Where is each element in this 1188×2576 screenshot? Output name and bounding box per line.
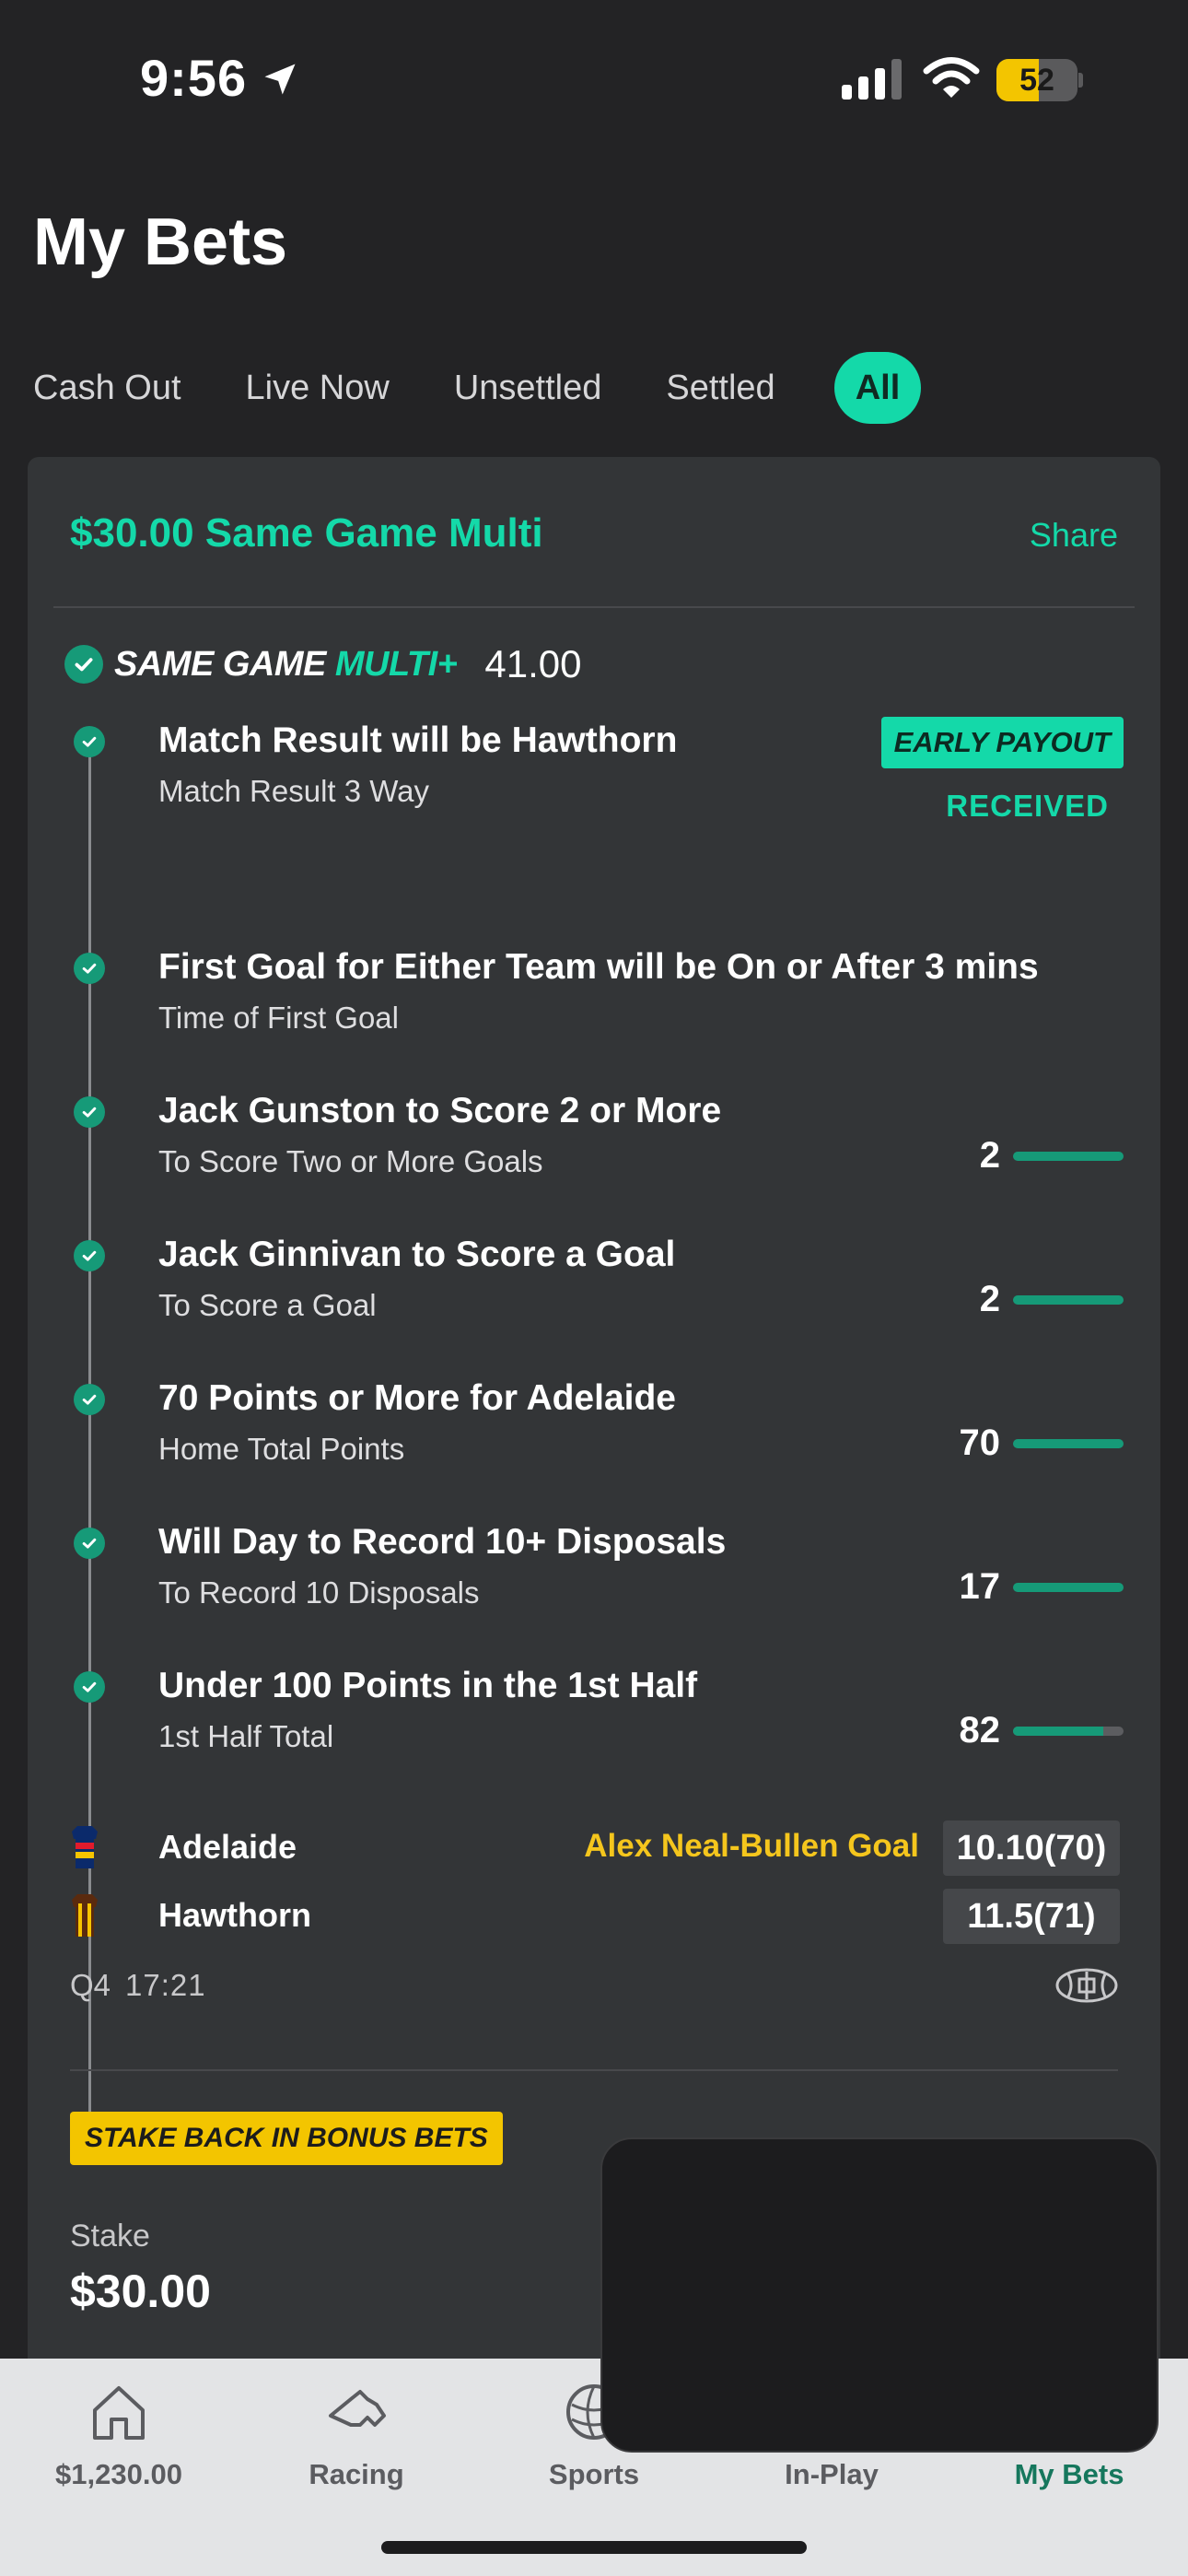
leg-value: 82 bbox=[959, 1710, 1001, 1751]
tab-racing[interactable]: Racing bbox=[238, 2379, 475, 2526]
scoreboard-home-row: Adelaide Alex Neal-Bullen Goal 10.10(70) bbox=[70, 1821, 1120, 1876]
filter-tabs: Cash Out Live Now Unsettled Settled All bbox=[33, 352, 922, 424]
check-icon bbox=[74, 1528, 105, 1559]
share-button[interactable]: Share bbox=[1030, 516, 1118, 555]
home-icon bbox=[93, 2386, 145, 2440]
leg-progress: 17 bbox=[926, 1566, 1124, 1608]
battery-percent: 52 bbox=[1019, 63, 1054, 98]
tab-label-my-bets: My Bets bbox=[1014, 2458, 1124, 2490]
divider bbox=[70, 2069, 1118, 2071]
progress-bar bbox=[1013, 1726, 1124, 1736]
leg-progress: 82 bbox=[926, 1710, 1124, 1751]
stake-back-badge: STAKE BACK IN BONUS BETS bbox=[70, 2112, 503, 2165]
check-icon bbox=[74, 1096, 105, 1128]
check-icon bbox=[74, 1671, 105, 1703]
leg-title: Will Day to Record 10+ Disposals bbox=[158, 1522, 727, 1562]
score-event: Alex Neal-Bullen Goal bbox=[584, 1828, 919, 1864]
leg-title: Jack Gunston to Score 2 or More bbox=[158, 1091, 722, 1130]
leg-progress: 70 bbox=[926, 1423, 1124, 1464]
tab-label-balance: $1,230.00 bbox=[55, 2458, 182, 2490]
leg-title: Jack Ginnivan to Score a Goal bbox=[158, 1235, 676, 1274]
early-payout-badge: EARLY PAYOUT bbox=[880, 717, 1124, 768]
team-name-away: Hawthorn bbox=[158, 1896, 311, 1934]
leg-value: 70 bbox=[959, 1423, 1001, 1463]
leg-subtitle: Match Result 3 Way bbox=[158, 774, 430, 808]
match-clock: 17:21 bbox=[125, 1968, 206, 2002]
leg-title: 70 Points or More for Adelaide bbox=[158, 1378, 676, 1418]
score-home: 10.10(70) bbox=[943, 1821, 1120, 1876]
sgm-brand-logo: SAME GAME MULTI+ bbox=[114, 644, 458, 684]
status-bar: 9:56 52 bbox=[0, 0, 1188, 157]
leg-subtitle: To Score Two or More Goals bbox=[158, 1144, 543, 1178]
divider bbox=[53, 606, 1135, 608]
leg-subtitle: To Record 10 Disposals bbox=[158, 1575, 480, 1610]
leg-value: 17 bbox=[959, 1566, 1001, 1607]
progress-bar bbox=[1013, 1438, 1124, 1448]
tab-home[interactable]: $1,230.00 bbox=[0, 2379, 238, 2526]
status-time: 9:56 bbox=[140, 49, 248, 107]
cellular-signal-icon bbox=[842, 59, 902, 100]
progress-bar bbox=[1013, 1151, 1124, 1161]
sgm-header: SAME GAME MULTI+ 41.00 bbox=[64, 639, 581, 689]
stake-value: $30.00 bbox=[70, 2266, 211, 2317]
check-icon bbox=[74, 1240, 105, 1271]
check-icon bbox=[64, 645, 103, 684]
check-icon bbox=[74, 726, 105, 757]
wifi-icon bbox=[923, 57, 980, 98]
tab-label-racing: Racing bbox=[309, 2458, 404, 2490]
tab-all[interactable]: All bbox=[833, 352, 922, 424]
location-arrow-icon bbox=[264, 64, 296, 95]
tab-label-sports: Sports bbox=[548, 2458, 640, 2490]
battery-indicator: 52 bbox=[996, 59, 1083, 101]
leg-title: Match Result will be Hawthorn bbox=[158, 720, 678, 760]
scoreboard-away-row: Hawthorn 11.5(71) bbox=[70, 1889, 1120, 1944]
check-icon bbox=[74, 1384, 105, 1415]
leg-subtitle: Time of First Goal bbox=[158, 1001, 399, 1035]
leg-progress: 2 bbox=[926, 1135, 1124, 1177]
bet-odds: 41.00 bbox=[484, 642, 582, 685]
tab-settled[interactable]: Settled bbox=[666, 352, 775, 424]
stadium-icon[interactable] bbox=[1055, 1968, 1118, 2003]
tab-label-in-play: In-Play bbox=[785, 2458, 879, 2490]
progress-bar bbox=[1013, 1582, 1124, 1592]
leg-subtitle: Home Total Points bbox=[158, 1432, 405, 1466]
tab-cash-out[interactable]: Cash Out bbox=[33, 352, 181, 424]
leg-subtitle: To Score a Goal bbox=[158, 1288, 377, 1322]
check-icon bbox=[74, 953, 105, 984]
match-quarter: Q4 bbox=[70, 1968, 111, 2002]
horse-icon bbox=[329, 2390, 386, 2427]
leg-title: Under 100 Points in the 1st Half bbox=[158, 1666, 698, 1705]
bet-title: $30.00 Same Game Multi bbox=[70, 510, 543, 556]
hawthorn-guernsey-icon bbox=[72, 1894, 98, 1937]
leg-title: First Goal for Either Team will be On or… bbox=[158, 947, 1039, 987]
leg-subtitle: 1st Half Total bbox=[158, 1719, 334, 1753]
adelaide-guernsey-icon bbox=[72, 1826, 98, 1868]
received-status: RECEIVED bbox=[946, 789, 1109, 823]
floating-overlay-window[interactable] bbox=[600, 2137, 1159, 2453]
progress-bar bbox=[1013, 1294, 1124, 1305]
page-title: My Bets bbox=[33, 205, 288, 279]
leg-progress: 2 bbox=[926, 1279, 1124, 1320]
score-away: 11.5(71) bbox=[943, 1889, 1120, 1944]
home-indicator[interactable] bbox=[381, 2541, 807, 2554]
tab-live-now[interactable]: Live Now bbox=[246, 352, 390, 424]
stake-label: Stake bbox=[70, 2219, 150, 2254]
tab-unsettled[interactable]: Unsettled bbox=[454, 352, 602, 424]
leg-value: 2 bbox=[979, 1279, 1000, 1319]
team-name-home: Adelaide bbox=[158, 1828, 297, 1866]
leg-value: 2 bbox=[979, 1135, 1000, 1176]
